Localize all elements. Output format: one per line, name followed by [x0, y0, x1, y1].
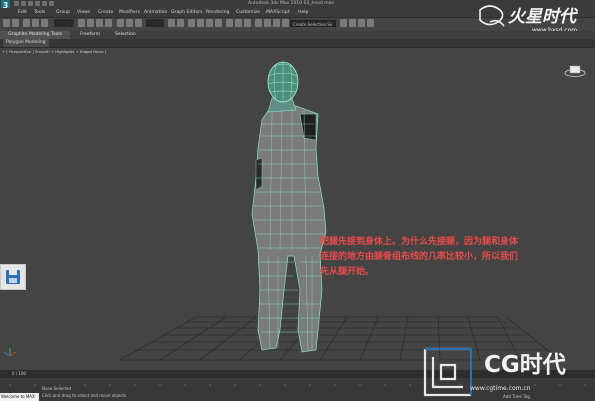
render-setup-icon[interactable]	[349, 19, 356, 27]
menu-tools[interactable]: Tools	[34, 8, 45, 17]
cgtime-title: CG时代	[484, 352, 566, 378]
menu-help[interactable]: Help	[298, 8, 308, 17]
menu-modifiers[interactable]: Modifiers	[119, 8, 140, 17]
rectangular-selection-icon[interactable]	[96, 19, 103, 27]
perspective-viewport[interactable]	[0, 48, 595, 370]
open-file-icon[interactable]	[21, 1, 26, 6]
select-by-name-icon[interactable]	[87, 19, 94, 27]
menu-graph-editors[interactable]: Graph Editors	[171, 8, 203, 17]
redo-icon[interactable]	[42, 1, 47, 6]
window-title: Autodesk 3ds Max 2010 03_head.max	[248, 1, 335, 6]
graphite-toggle-icon[interactable]	[264, 19, 271, 27]
material-editor-icon[interactable]	[340, 19, 347, 27]
menu-animation[interactable]: Animation	[144, 8, 167, 17]
save-overlay-button[interactable]	[0, 264, 26, 290]
cgtime-url: www.cgtime.com.cn	[470, 385, 531, 392]
polygon-modeling-panel[interactable]: Polygon Modeling	[3, 39, 49, 47]
menu-maxscript[interactable]: MAXScript	[266, 8, 290, 17]
align-icon[interactable]	[244, 19, 251, 27]
bind-space-warp-icon[interactable]	[41, 19, 48, 27]
floppy-disk-icon	[6, 270, 20, 284]
viewcube-icon[interactable]	[564, 65, 586, 77]
spinner-snap-icon[interactable]	[215, 19, 222, 27]
select-rotate-icon[interactable]	[126, 19, 133, 27]
mirror-icon[interactable]	[235, 19, 242, 27]
viewport-scene	[3, 61, 561, 361]
menu-group[interactable]: Group	[56, 8, 70, 17]
tab-freeform[interactable]: Freeform	[80, 31, 100, 39]
snaps-toggle-icon[interactable]	[188, 19, 195, 27]
project-folder-icon[interactable]	[49, 1, 54, 6]
selection-filter-dropdown[interactable]	[54, 19, 74, 27]
link-icon[interactable]	[23, 19, 30, 27]
ribbon-panel-row	[0, 39, 595, 48]
schematic-view-icon[interactable]	[282, 19, 289, 27]
svg-text:火星时代: 火星时代	[508, 7, 579, 27]
annotation-line-3: 先从腿开始。	[320, 267, 375, 277]
viewport-label[interactable]: + [ Perspective ] Smooth + Highlights + …	[2, 49, 106, 55]
curve-editor-icon[interactable]	[273, 19, 280, 27]
pivot-center-icon[interactable]	[168, 19, 175, 27]
named-selection-set-input[interactable]: Create Selection Se	[290, 20, 336, 27]
prompt-line: Click and drag to select and move object…	[42, 393, 127, 398]
select-scale-icon[interactable]	[135, 19, 142, 27]
quick-render-icon[interactable]	[367, 19, 374, 27]
reference-coordinate-dropdown[interactable]	[146, 19, 164, 27]
menu-rendering[interactable]: Rendering	[206, 8, 229, 17]
menu-create[interactable]: Create	[98, 8, 113, 17]
tab-selection[interactable]: Selection	[115, 31, 136, 39]
edit-named-selection-icon[interactable]	[226, 19, 233, 27]
save-file-icon[interactable]	[28, 1, 33, 6]
maxscript-listener-mini[interactable]: Welcome to MAX	[0, 393, 39, 401]
menu-customize[interactable]: Customize	[236, 8, 260, 17]
menu-views[interactable]: Views	[77, 8, 90, 17]
tab-graphite-modeling-tools[interactable]: Graphite Modeling Tools	[0, 31, 70, 39]
undo-icon[interactable]	[35, 1, 40, 6]
select-move-icon[interactable]	[117, 19, 124, 27]
percent-snap-icon[interactable]	[206, 19, 213, 27]
annotation-line-2: 连接的地方由腿骨组布线的几率比较小，所以我们	[320, 252, 519, 262]
axis-tripod	[3, 348, 17, 357]
select-manipulate-icon[interactable]	[177, 19, 184, 27]
character-mesh[interactable]	[251, 61, 327, 353]
undo-tool-icon[interactable]	[3, 19, 10, 27]
new-file-icon[interactable]	[14, 1, 19, 6]
select-object-icon[interactable]	[78, 19, 85, 27]
redo-tool-icon[interactable]	[12, 19, 19, 27]
annotation-line-1: 把腿先接到身体上。为什么先接腿，因为腿和身体	[320, 237, 519, 247]
selection-status: None Selected	[42, 386, 72, 391]
rendered-frame-icon[interactable]	[358, 19, 365, 27]
unlink-icon[interactable]	[32, 19, 39, 27]
layer-manager-icon[interactable]	[255, 19, 262, 27]
angle-snap-icon[interactable]	[197, 19, 204, 27]
window-crossing-icon[interactable]	[105, 19, 112, 27]
time-slider-frame-label: 0 / 100	[12, 371, 27, 376]
menu-edit[interactable]: Edit	[18, 8, 27, 17]
